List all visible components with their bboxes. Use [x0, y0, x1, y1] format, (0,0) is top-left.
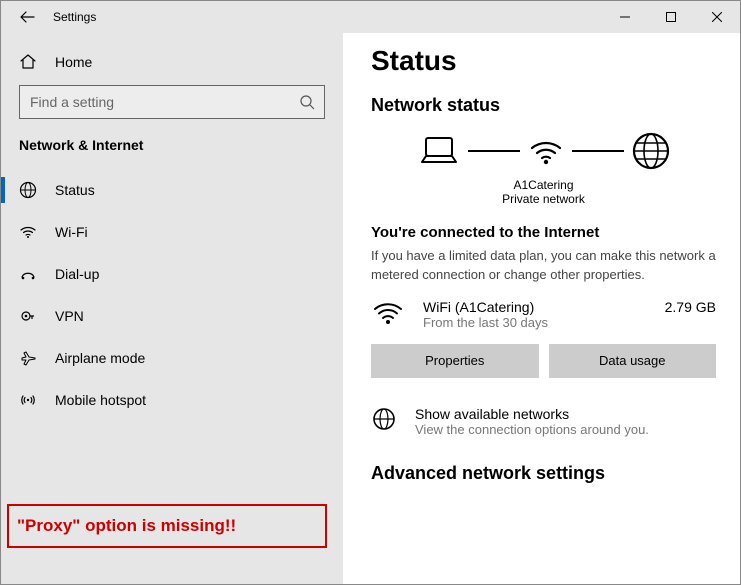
sidebar-item-label: Wi-Fi [55, 224, 88, 240]
status-heading: Network status [371, 95, 716, 116]
connected-title: You're connected to the Internet [371, 224, 716, 241]
show-available-networks[interactable]: Show available networks View the connect… [371, 406, 716, 437]
section-title: Network & Internet [1, 137, 343, 169]
maximize-button[interactable] [648, 1, 694, 33]
network-diagram [371, 130, 716, 172]
annotation-box: "Proxy" option is missing!! [7, 504, 327, 548]
advanced-heading: Advanced network settings [371, 463, 716, 484]
globe-icon [19, 181, 37, 199]
sidebar-item-airplane[interactable]: Airplane mode [1, 337, 343, 379]
globe-icon [371, 406, 397, 432]
diagram-network-type: Private network [371, 192, 716, 206]
vpn-icon [19, 307, 37, 325]
search-icon [299, 94, 315, 110]
page-title: Status [371, 45, 716, 77]
search-input[interactable] [19, 85, 325, 119]
back-icon[interactable] [19, 9, 35, 25]
airplane-icon [19, 349, 37, 367]
wifi-icon [371, 299, 405, 329]
sidebar-item-dialup[interactable]: Dial-up [1, 253, 343, 295]
laptop-icon [416, 132, 462, 170]
sidebar-item-label: Dial-up [55, 266, 99, 282]
home-icon [19, 53, 37, 71]
diagram-network-name: A1Catering [371, 178, 716, 192]
connected-desc: If you have a limited data plan, you can… [371, 247, 716, 285]
home-label: Home [55, 54, 92, 70]
sidebar-item-hotspot[interactable]: Mobile hotspot [1, 379, 343, 421]
globe-icon [630, 130, 672, 172]
wifi-icon [526, 132, 566, 170]
sidebar-item-label: VPN [55, 308, 84, 324]
sidebar-item-status[interactable]: Status [1, 169, 343, 211]
sidebar-item-label: Airplane mode [55, 350, 145, 366]
sidebar-item-label: Status [55, 182, 95, 198]
main-content: Status Network status A1Catering Private… [343, 33, 740, 584]
wifi-icon [19, 223, 37, 241]
sidebar-item-wifi[interactable]: Wi-Fi [1, 211, 343, 253]
dialup-icon [19, 265, 37, 283]
app-title: Settings [53, 10, 96, 24]
close-button[interactable] [694, 1, 740, 33]
minimize-button[interactable] [602, 1, 648, 33]
available-title: Show available networks [415, 406, 649, 422]
sidebar-item-label: Mobile hotspot [55, 392, 146, 408]
wifi-usage: 2.79 GB [665, 299, 716, 315]
available-sub: View the connection options around you. [415, 422, 649, 437]
sidebar-item-home[interactable]: Home [1, 45, 343, 85]
properties-button[interactable]: Properties [371, 344, 539, 378]
sidebar: Home Network & Internet Status Wi-Fi Dia… [1, 33, 343, 584]
hotspot-icon [19, 391, 37, 409]
sidebar-item-vpn[interactable]: VPN [1, 295, 343, 337]
wifi-name: WiFi (A1Catering) [423, 299, 647, 315]
data-usage-button[interactable]: Data usage [549, 344, 717, 378]
wifi-sub: From the last 30 days [423, 315, 647, 330]
